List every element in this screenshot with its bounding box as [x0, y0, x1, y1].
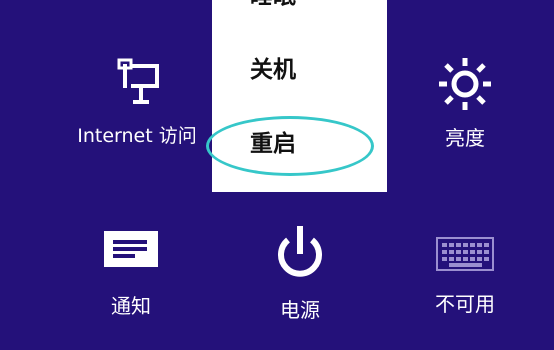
keyboard-label: 不可用 [435, 292, 495, 316]
menu-item-restart[interactable]: 重启 [212, 118, 387, 170]
notifications-icon [104, 231, 158, 267]
keyboard-button[interactable]: 不可用 [390, 236, 540, 316]
network-icon [117, 58, 159, 104]
power-icon [278, 226, 322, 277]
notifications-button[interactable]: 通知 [56, 228, 206, 318]
internet-access-label: Internet 访问 [77, 125, 197, 147]
menu-item-shutdown[interactable]: 关机 [212, 44, 387, 96]
brightness-label: 亮度 [445, 126, 485, 150]
power-button[interactable]: 电源 [225, 224, 375, 322]
brightness-sun-icon [439, 58, 491, 110]
internet-access-button[interactable]: Internet 访问 [62, 56, 212, 148]
power-menu: 睡眠 关机 重启 [212, 0, 387, 192]
brightness-button[interactable]: 亮度 [390, 54, 540, 150]
notifications-label: 通知 [111, 294, 151, 318]
keyboard-icon [436, 237, 494, 271]
settings-panel: Internet 访问 亮度 通知 电源 不可用 关机 重启 [0, 0, 554, 350]
menu-item-sleep[interactable]: 睡眠 [212, 0, 387, 22]
power-label: 电源 [280, 298, 320, 322]
